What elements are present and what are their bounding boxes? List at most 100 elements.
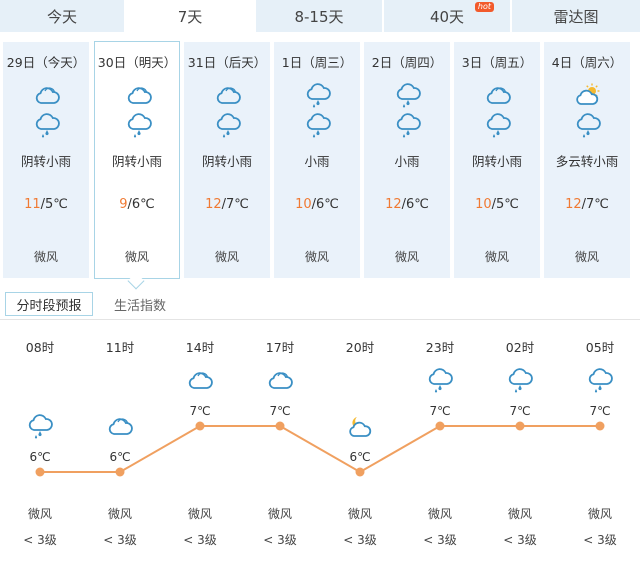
day-date: 3日（周五）	[461, 55, 533, 70]
day-low-temp: /5℃	[40, 197, 68, 212]
temperature-point	[275, 421, 285, 431]
rain-icon	[126, 113, 152, 139]
hour-label: 08时	[25, 340, 55, 355]
hour-wind-level: < 3级	[423, 533, 457, 547]
rain-icon	[587, 368, 613, 393]
rain-icon	[395, 83, 421, 108]
daily-forecast: 29日（今天） 阴转小雨 11/5℃ 微风 30日（明天） 阴转小雨 9/6℃ 微风 31日（后…	[0, 41, 640, 280]
day-column[interactable]: 2日（周四） 小雨 12/6℃ 微风	[364, 42, 450, 278]
day-temperature: 11/5℃	[3, 197, 89, 212]
hot-badge: hot	[474, 2, 494, 12]
day-date: 30日（明天）	[97, 55, 177, 70]
day-high-temp: 10	[475, 197, 492, 212]
hour-label: 20时	[345, 340, 375, 355]
day-wind: 微风	[484, 250, 509, 264]
day-low-temp: /6℃	[127, 197, 155, 212]
day-column[interactable]: 3日（周五） 阴转小雨 10/5℃ 微风	[454, 42, 540, 278]
cloud-icon	[187, 368, 213, 390]
day-temperature: 12/6℃	[364, 197, 450, 212]
day-high-temp: 11	[24, 197, 41, 212]
day-column[interactable]: 31日（后天） 阴转小雨 12/7℃ 微风	[184, 42, 270, 278]
hour-wind: 微风	[587, 507, 612, 521]
hourly-forecast: 08时 6℃ 微风 < 3级 11时 6℃ 微风 < 3级 14时 7℃ 微风 < 3级 17时 7℃ 微风…	[0, 322, 640, 571]
cloud-icon	[107, 414, 133, 436]
cloudy-night-icon	[347, 414, 373, 437]
hour-wind-level: < 3级	[583, 533, 617, 547]
day-low-temp: /6℃	[401, 197, 429, 212]
hour-temperature: 6℃	[349, 450, 371, 464]
temperature-point	[115, 467, 125, 477]
day-column[interactable]: 1日（周三） 小雨 10/6℃ 微风	[274, 42, 360, 278]
day-temperature: 10/5℃	[454, 197, 540, 212]
hour-label: 17时	[265, 340, 295, 355]
tab-label: 40天	[429, 7, 465, 26]
day-wind: 微风	[33, 250, 58, 264]
day-weather-desc: 多云转小雨	[555, 154, 619, 169]
day-wind: 微风	[124, 250, 149, 264]
tab-label: 8-15天	[294, 7, 344, 26]
hour-temperature: 7℃	[429, 404, 451, 418]
hour-wind: 微风	[347, 507, 372, 521]
hour-temperature: 6℃	[29, 450, 51, 464]
hour-wind-level: < 3级	[263, 533, 297, 547]
cloud-icon	[215, 83, 241, 105]
hour-wind: 微风	[27, 507, 52, 521]
day-weather-desc: 阴转小雨	[111, 154, 162, 169]
tab-label: 今天	[46, 7, 77, 26]
period-tabs: 今天 7天 8-15天 40天 hot 雷达图	[0, 0, 640, 32]
day-wind: 微风	[304, 250, 329, 264]
partly-sunny-icon	[575, 83, 601, 105]
tab-radar[interactable]: 雷达图	[512, 0, 640, 32]
day-column[interactable]: 4日（周六） 多云转小雨 12/7℃ 微风	[544, 42, 630, 278]
tab-hourly-forecast[interactable]: 分时段预报	[5, 292, 93, 316]
day-wind: 微风	[214, 250, 239, 264]
hour-wind: 微风	[187, 507, 212, 521]
tab-8-15-days[interactable]: 8-15天	[256, 0, 384, 32]
hour-label: 02时	[505, 340, 535, 355]
temperature-point	[515, 421, 525, 431]
temperature-point	[35, 467, 45, 477]
day-high-temp: 9	[119, 197, 128, 212]
tab-label: 雷达图	[553, 7, 599, 26]
hour-temperature: 7℃	[269, 404, 291, 418]
temperature-point	[595, 421, 605, 431]
day-weather-desc: 阴转小雨	[20, 154, 71, 169]
tab-40-days[interactable]: 40天 hot	[384, 0, 512, 32]
hour-label: 11时	[105, 340, 135, 355]
rain-icon	[27, 414, 53, 439]
hour-wind: 微风	[427, 507, 452, 521]
day-low-temp: /7℃	[221, 197, 249, 212]
day-weather-desc: 阴转小雨	[471, 154, 522, 169]
tab-today[interactable]: 今天	[0, 0, 126, 32]
day-temperature: 9/6℃	[95, 197, 179, 212]
hour-wind-level: < 3级	[343, 533, 377, 547]
hour-wind-level: < 3级	[503, 533, 537, 547]
tab-7-days[interactable]: 7天	[126, 0, 256, 32]
day-weather-desc: 阴转小雨	[201, 154, 252, 169]
sub-tabs: 分时段预报 生活指数	[0, 290, 640, 320]
rain-icon	[305, 113, 331, 139]
day-high-temp: 12	[205, 197, 222, 212]
rain-icon	[305, 83, 331, 108]
hour-temperature: 6℃	[109, 450, 131, 464]
day-low-temp: /6℃	[311, 197, 339, 212]
hour-wind: 微风	[107, 507, 132, 521]
hour-wind-level: < 3级	[103, 533, 137, 547]
rain-icon	[34, 113, 60, 139]
hour-temperature: 7℃	[189, 404, 211, 418]
day-column[interactable]: 29日（今天） 阴转小雨 11/5℃ 微风	[3, 42, 89, 278]
hour-label: 05时	[585, 340, 615, 355]
hour-wind: 微风	[507, 507, 532, 521]
day-low-temp: /7℃	[581, 197, 609, 212]
hour-label: 23时	[425, 340, 455, 355]
tab-life-indices[interactable]: 生活指数	[104, 292, 176, 316]
rain-icon	[507, 368, 533, 393]
day-high-temp: 12	[565, 197, 582, 212]
day-temperature: 12/7℃	[184, 197, 270, 212]
day-high-temp: 12	[385, 197, 402, 212]
day-wind: 微风	[394, 250, 419, 264]
rain-icon	[575, 113, 601, 139]
day-date: 1日（周三）	[281, 55, 353, 70]
day-column[interactable]: 30日（明天） 阴转小雨 9/6℃ 微风	[94, 41, 180, 279]
hour-wind: 微风	[267, 507, 292, 521]
